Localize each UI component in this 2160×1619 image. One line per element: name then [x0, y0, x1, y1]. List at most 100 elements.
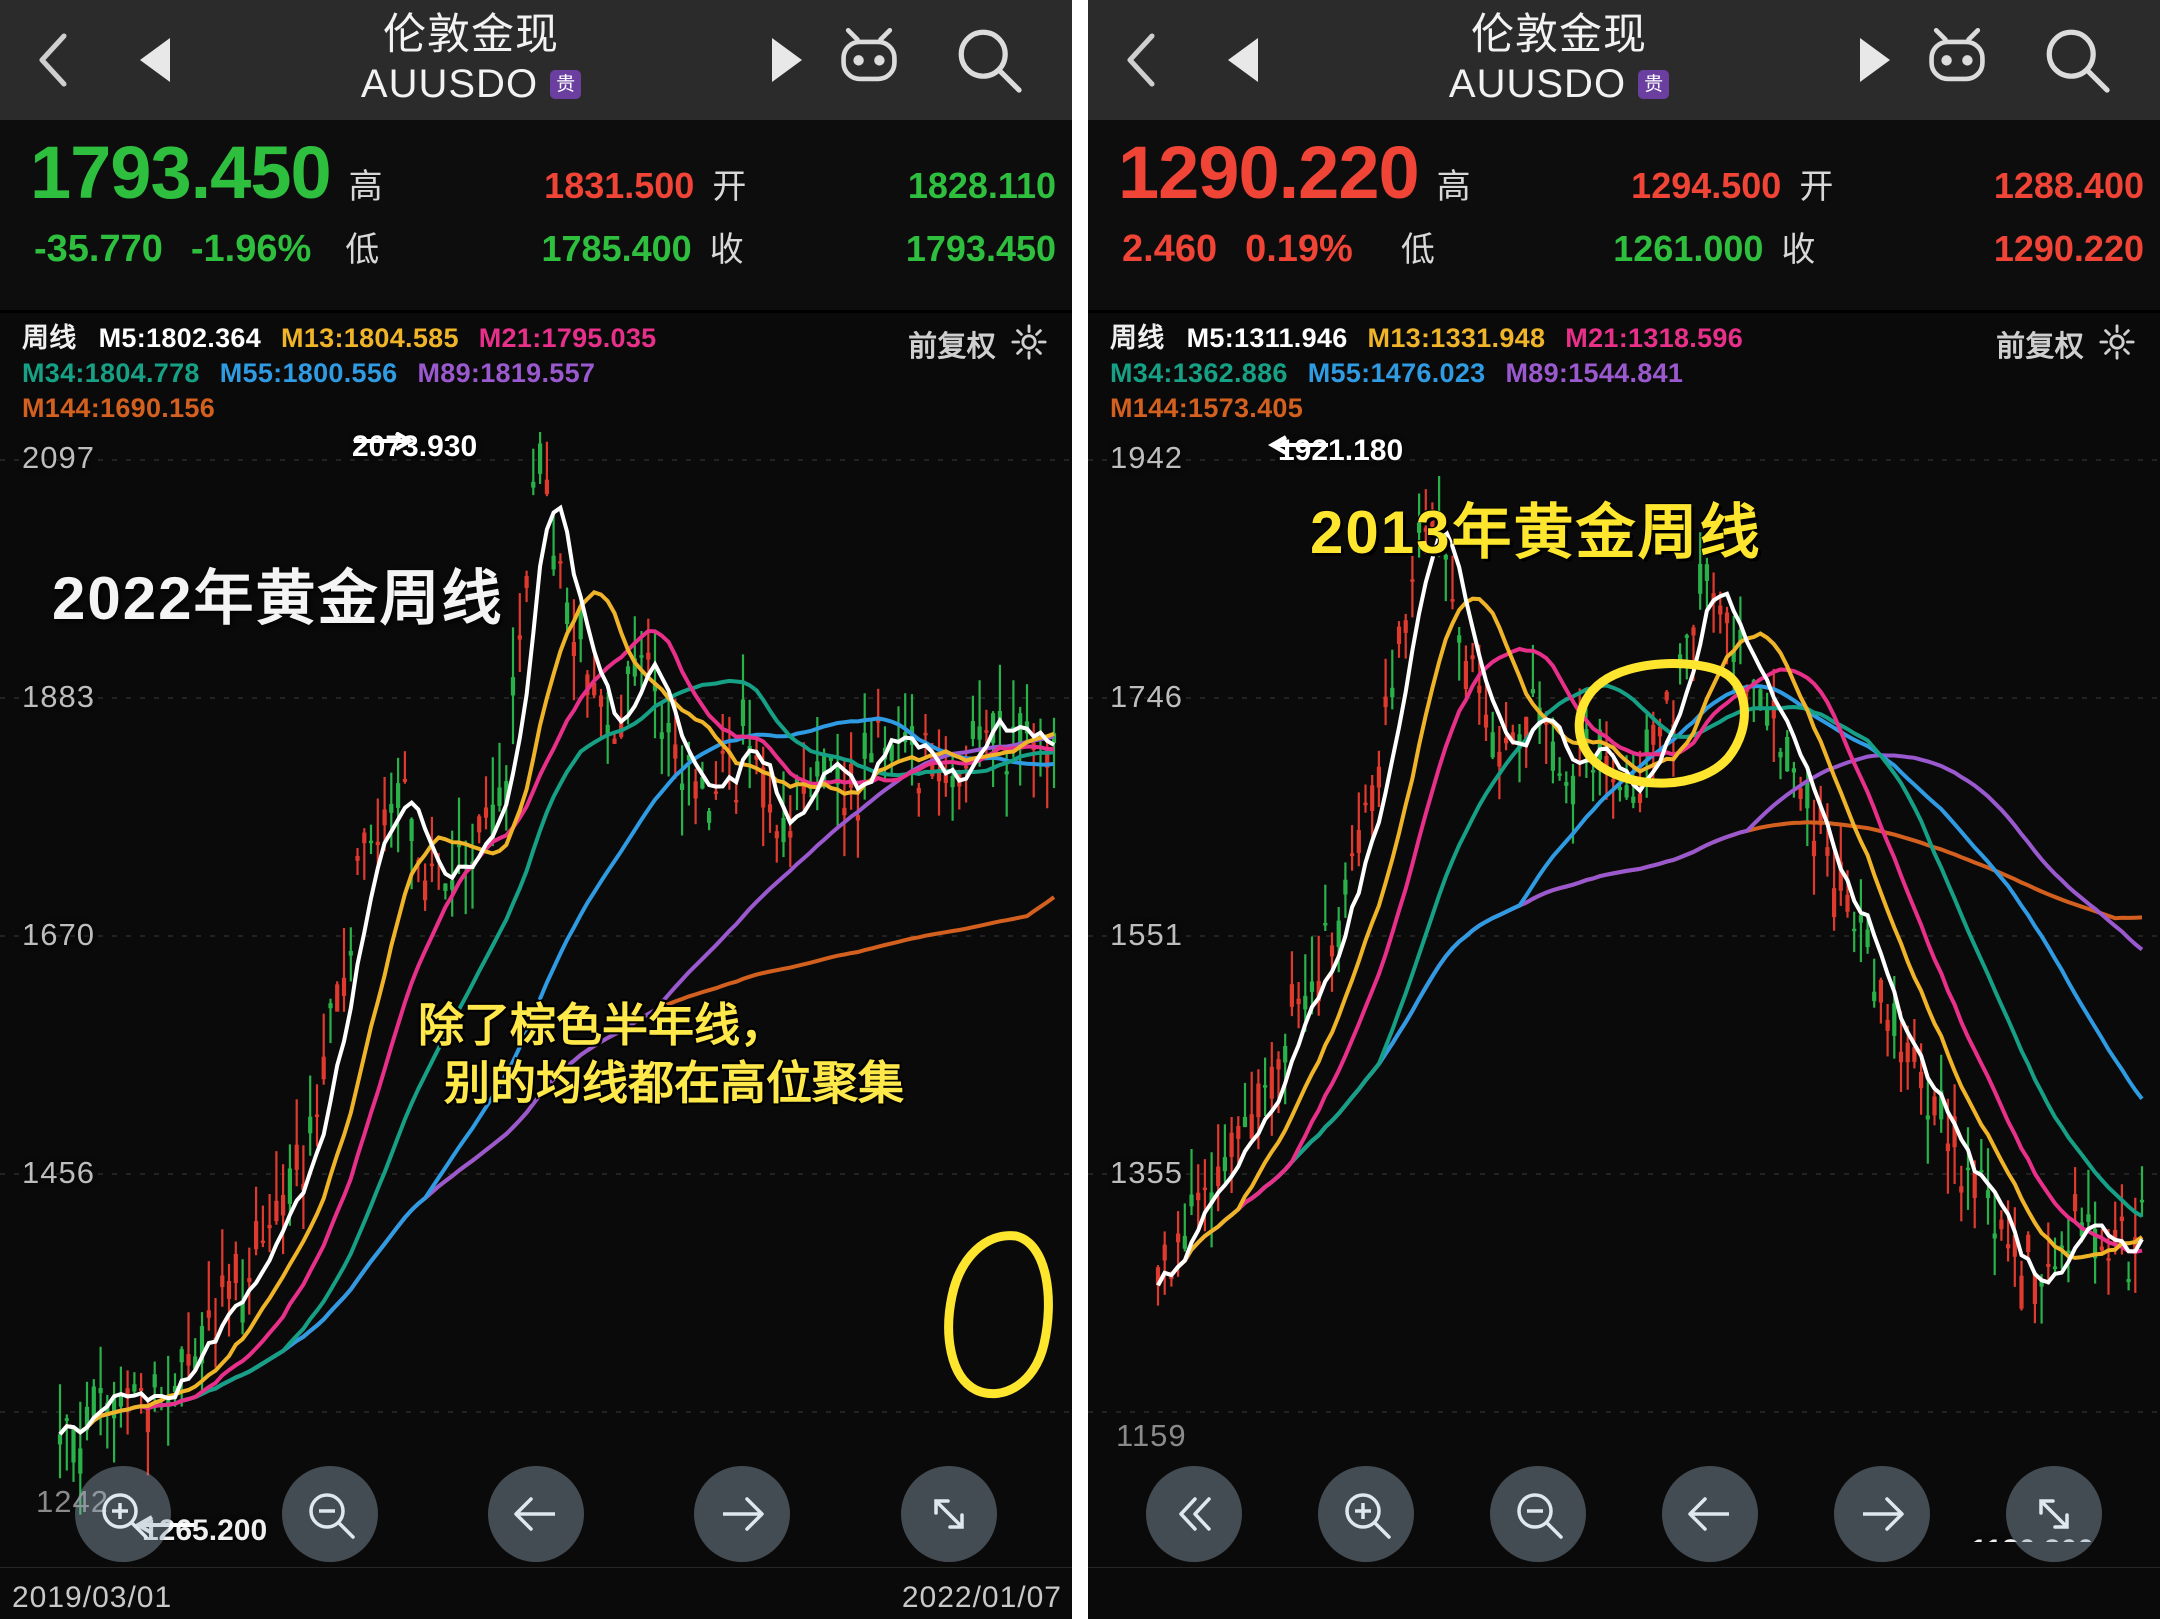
fullscreen-button[interactable]	[900, 1466, 997, 1562]
ma-m34: M34:1804.778	[22, 358, 200, 389]
open-label: 开	[1799, 168, 1834, 206]
zoom-in-icon	[102, 1493, 148, 1539]
candlestick-canvas	[1088, 459, 2160, 1414]
x-axis: 2019/03/01 2022/01/07	[0, 1567, 1072, 1619]
ma-m34: M34:1362.886	[1110, 358, 1288, 389]
quote-summary: 1290.220 高 1294.500 开 1288.400 2.460 0.1…	[1088, 120, 2160, 313]
symbol-title-block[interactable]: 伦敦金现 AUUSDO 贵	[1288, 10, 1830, 107]
gear-icon[interactable]	[1010, 323, 1048, 372]
chevron-left-icon	[39, 33, 67, 87]
previous-symbol-button[interactable]	[110, 38, 200, 82]
ma-m5: M5:1311.946	[1186, 323, 1348, 353]
triangle-left-icon	[1228, 38, 1258, 82]
navigation-bar: 伦敦金现 AUUSDO 贵	[1088, 0, 2160, 120]
peak-annotation: 2073.930	[352, 432, 489, 464]
note-line-2: 别的均线都在高位聚集	[444, 1057, 904, 1110]
high-label: 高	[1436, 168, 1471, 206]
close-label: 收	[1781, 231, 1816, 269]
close-value: 1793.450	[905, 228, 1057, 269]
open-value: 1288.400	[1993, 165, 2144, 206]
price-chart-2013[interactable]: 1942 1746 1551 1355 1921.180 2013年黄金周线 1…	[1088, 432, 2160, 1543]
next-symbol-button[interactable]	[742, 38, 832, 82]
robot-assistant-button[interactable]	[1920, 23, 1994, 97]
note-line-1: 除了棕色半年线，	[418, 999, 786, 1052]
period-label: 周线	[22, 323, 77, 353]
y-tick-3: 1456	[22, 1155, 95, 1191]
x-end-date: 2022/01/07	[901, 1581, 1062, 1614]
skip-back-icon	[1179, 1497, 1211, 1531]
triangle-right-icon	[772, 38, 802, 82]
y-tick-1: 1746	[1110, 679, 1183, 715]
high-label: 高	[348, 168, 383, 206]
fullscreen-button[interactable]	[2006, 1466, 2102, 1562]
ma-m144: M144:1573.405	[1110, 393, 1304, 424]
chart-toolbar	[0, 1455, 1072, 1573]
price-chart-2022[interactable]: 2097 1883 1670 1456 2073.930 2022年黄金周线 除…	[0, 432, 1072, 1543]
symbol-code: AUUSDO	[1448, 62, 1627, 107]
symbol-name: 伦敦金现	[1471, 10, 1647, 59]
low-value: 1785.400	[541, 228, 692, 269]
chevron-left-icon	[1127, 33, 1155, 87]
symbol-title-block[interactable]: 伦敦金现 AUUSDO 贵	[200, 10, 742, 107]
y-tick-3: 1355	[1110, 1155, 1183, 1191]
pan-left-button[interactable]	[487, 1466, 584, 1562]
change-percent: 0.19%	[1245, 228, 1353, 270]
adjustment-control[interactable]: 前复权	[1996, 323, 2136, 372]
change-percent: -1.96%	[190, 228, 312, 270]
chart-panel-2013: 伦敦金现 AUUSDO 贵 1290.220 高 1294.500 开 1288…	[1088, 0, 2160, 1619]
robot-icon	[841, 27, 897, 81]
triangle-left-icon	[140, 38, 170, 82]
chart-headline: 2022年黄金周线	[52, 565, 504, 633]
dual-chart-comparison: 伦敦金现 AUUSDO 贵 1793.450 高 1831.500 开 1828…	[0, 0, 2160, 1619]
zoom-out-button[interactable]	[281, 1466, 378, 1562]
ma-m5: M5:1802.364	[98, 323, 262, 353]
previous-symbol-button[interactable]	[1198, 38, 1288, 82]
ma-m55: M55:1476.023	[1307, 358, 1486, 389]
back-button[interactable]	[0, 30, 110, 90]
pan-right-button[interactable]	[1834, 1466, 1930, 1562]
close-label: 收	[709, 231, 744, 269]
annotation-note: 除了棕色半年线， 别的均线都在高位聚集	[418, 997, 904, 1113]
zoom-in-button[interactable]	[1318, 1466, 1414, 1562]
close-value: 1290.220	[1993, 228, 2144, 269]
search-button[interactable]	[952, 23, 1026, 97]
period-label: 周线	[1110, 323, 1165, 353]
skip-back-button[interactable]	[1146, 1466, 1242, 1562]
zoom-out-button[interactable]	[1490, 1466, 1586, 1562]
gear-icon[interactable]	[2098, 323, 2136, 372]
high-value: 1831.500	[544, 165, 695, 206]
ma-m144: M144:1690.156	[22, 393, 216, 424]
high-value: 1294.500	[1631, 165, 1782, 206]
moving-average-legend: 周线 M5:1802.364 M13:1804.585 M21:1795.035 M3…	[0, 313, 1072, 433]
adjustment-label: 前复权	[1996, 330, 2084, 363]
last-price: 1290.220	[1118, 131, 1420, 214]
category-badge: 贵	[550, 70, 582, 100]
adjustment-control[interactable]: 前复权	[908, 323, 1048, 372]
navigation-bar: 伦敦金现 AUUSDO 贵	[0, 0, 1072, 120]
back-button[interactable]	[1088, 30, 1198, 90]
pan-right-button[interactable]	[694, 1466, 791, 1562]
search-button[interactable]	[2040, 23, 2114, 97]
pan-left-icon	[514, 1497, 555, 1531]
pan-left-button[interactable]	[1662, 1466, 1758, 1562]
fullscreen-icon	[934, 1499, 964, 1529]
pan-right-icon	[723, 1497, 765, 1531]
quote-summary: 1793.450 高 1831.500 开 1828.110 -35.770 -…	[0, 120, 1072, 313]
search-icon	[2046, 29, 2110, 93]
low-label: 低	[345, 231, 380, 269]
low-value: 1261.000	[1613, 228, 1764, 269]
change-value: -35.770	[34, 228, 163, 270]
last-price: 1793.450	[30, 131, 332, 214]
y-tick-2: 1670	[22, 917, 95, 953]
zoom-in-button[interactable]	[75, 1466, 172, 1562]
symbol-name: 伦敦金现	[383, 10, 559, 59]
symbol-code: AUUSDO	[360, 62, 539, 107]
ma-m13: M13:1331.948	[1367, 323, 1546, 353]
chart-toolbar	[1088, 1455, 2160, 1573]
low-label: 低	[1400, 231, 1435, 269]
next-symbol-button[interactable]	[1830, 38, 1920, 82]
robot-assistant-button[interactable]	[832, 23, 906, 97]
zoom-out-icon	[1517, 1493, 1563, 1539]
x-axis	[1088, 1567, 2160, 1619]
zoom-in-icon	[1345, 1493, 1391, 1539]
